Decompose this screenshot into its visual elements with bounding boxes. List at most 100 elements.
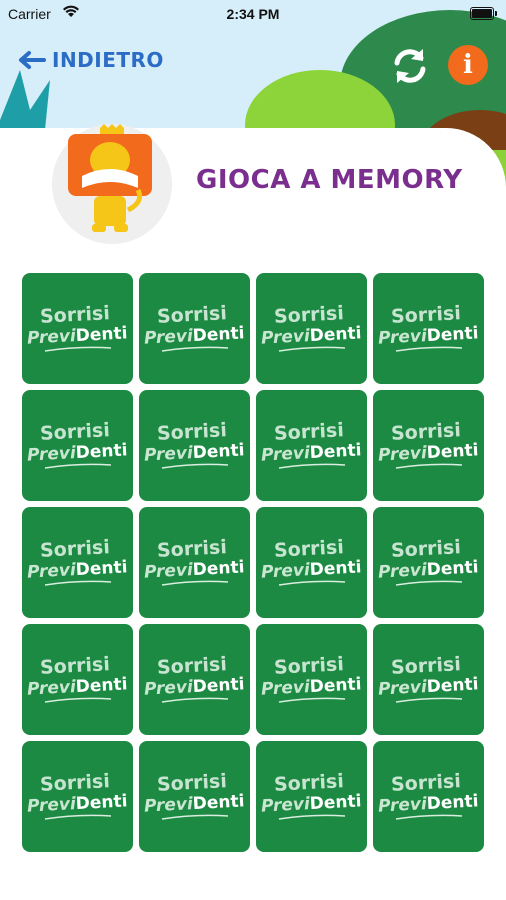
- logo-previdenti: PreviDenti: [144, 791, 245, 816]
- refresh-button[interactable]: [387, 43, 433, 89]
- logo-denti: Denti: [75, 674, 129, 698]
- back-label: INDIETRO: [52, 48, 164, 72]
- logo-sorrisi: Sorrisi: [390, 653, 461, 679]
- memory-card[interactable]: Sorrisi PreviDenti: [373, 741, 484, 852]
- logo-previ: Previ: [377, 443, 428, 466]
- logo-sorrisi: Sorrisi: [390, 302, 461, 328]
- logo-sorrisi: Sorrisi: [39, 770, 110, 796]
- logo-previ: Previ: [377, 794, 428, 817]
- logo-denti: Denti: [75, 323, 129, 347]
- memory-card[interactable]: Sorrisi PreviDenti: [22, 390, 133, 501]
- logo-previ: Previ: [26, 443, 77, 466]
- logo-previ: Previ: [260, 326, 311, 349]
- refresh-icon: [394, 49, 426, 83]
- logo-sorrisi: Sorrisi: [390, 536, 461, 562]
- memory-card[interactable]: Sorrisi PreviDenti: [139, 390, 250, 501]
- logo-previ: Previ: [26, 794, 77, 817]
- logo-denti: Denti: [75, 440, 129, 464]
- memory-card[interactable]: Sorrisi PreviDenti: [139, 624, 250, 735]
- logo-previdenti: PreviDenti: [144, 557, 245, 582]
- logo-sorrisi: Sorrisi: [390, 770, 461, 796]
- logo-sorrisi: Sorrisi: [156, 536, 227, 562]
- info-icon: i: [463, 50, 473, 80]
- logo-previdenti: PreviDenti: [27, 440, 128, 465]
- logo-previ: Previ: [143, 560, 194, 583]
- logo-previdenti: PreviDenti: [27, 791, 128, 816]
- logo-denti: Denti: [192, 440, 246, 464]
- memory-grid: Sorrisi PreviDenti Sorrisi PreviDenti Sorris…: [22, 273, 486, 852]
- logo-denti: Denti: [309, 674, 363, 698]
- logo-previdenti: PreviDenti: [144, 323, 245, 348]
- logo-denti: Denti: [309, 791, 363, 815]
- logo-previdenti: PreviDenti: [27, 323, 128, 348]
- logo-previdenti: PreviDenti: [261, 791, 362, 816]
- memory-card[interactable]: Sorrisi PreviDenti: [373, 273, 484, 384]
- logo-previdenti: PreviDenti: [27, 557, 128, 582]
- page-title: GIOCA A MEMORY: [196, 165, 463, 195]
- logo-sorrisi: Sorrisi: [39, 653, 110, 679]
- lion-avatar: [52, 124, 172, 244]
- logo-sorrisi: Sorrisi: [273, 302, 344, 328]
- logo-denti: Denti: [426, 440, 480, 464]
- logo-sorrisi: Sorrisi: [39, 536, 110, 562]
- logo-previ: Previ: [260, 677, 311, 700]
- logo-sorrisi: Sorrisi: [273, 536, 344, 562]
- logo-previdenti: PreviDenti: [378, 440, 479, 465]
- logo-previ: Previ: [26, 326, 77, 349]
- logo-previ: Previ: [143, 443, 194, 466]
- logo-denti: Denti: [309, 557, 363, 581]
- logo-previ: Previ: [143, 794, 194, 817]
- memory-card[interactable]: Sorrisi PreviDenti: [256, 507, 367, 618]
- memory-card[interactable]: Sorrisi PreviDenti: [256, 624, 367, 735]
- logo-denti: Denti: [192, 557, 246, 581]
- logo-sorrisi: Sorrisi: [156, 770, 227, 796]
- memory-card[interactable]: Sorrisi PreviDenti: [373, 624, 484, 735]
- logo-previ: Previ: [260, 443, 311, 466]
- logo-sorrisi: Sorrisi: [273, 770, 344, 796]
- memory-card[interactable]: Sorrisi PreviDenti: [256, 741, 367, 852]
- info-button[interactable]: i: [448, 45, 488, 85]
- arrow-left-icon: [19, 51, 46, 69]
- logo-previ: Previ: [26, 677, 77, 700]
- memory-card[interactable]: Sorrisi PreviDenti: [139, 507, 250, 618]
- logo-denti: Denti: [426, 557, 480, 581]
- logo-previdenti: PreviDenti: [378, 791, 479, 816]
- logo-previ: Previ: [377, 326, 428, 349]
- memory-card[interactable]: Sorrisi PreviDenti: [22, 624, 133, 735]
- clock: 2:34 PM: [226, 6, 280, 22]
- logo-sorrisi: Sorrisi: [273, 653, 344, 679]
- logo-previ: Previ: [26, 560, 77, 583]
- logo-denti: Denti: [192, 674, 246, 698]
- memory-card[interactable]: Sorrisi PreviDenti: [373, 390, 484, 501]
- lion-reading-icon: [68, 124, 152, 232]
- memory-card[interactable]: Sorrisi PreviDenti: [256, 273, 367, 384]
- logo-sorrisi: Sorrisi: [156, 302, 227, 328]
- logo-previdenti: PreviDenti: [378, 674, 479, 699]
- logo-previ: Previ: [377, 677, 428, 700]
- logo-previ: Previ: [260, 560, 311, 583]
- logo-denti: Denti: [309, 440, 363, 464]
- logo-denti: Denti: [426, 323, 480, 347]
- logo-sorrisi: Sorrisi: [390, 419, 461, 445]
- memory-card[interactable]: Sorrisi PreviDenti: [256, 390, 367, 501]
- logo-sorrisi: Sorrisi: [156, 419, 227, 445]
- memory-card[interactable]: Sorrisi PreviDenti: [373, 507, 484, 618]
- logo-previ: Previ: [143, 326, 194, 349]
- logo-previ: Previ: [143, 677, 194, 700]
- logo-previdenti: PreviDenti: [261, 440, 362, 465]
- logo-sorrisi: Sorrisi: [273, 419, 344, 445]
- memory-card[interactable]: Sorrisi PreviDenti: [139, 273, 250, 384]
- logo-previdenti: PreviDenti: [27, 674, 128, 699]
- logo-denti: Denti: [309, 323, 363, 347]
- memory-card[interactable]: Sorrisi PreviDenti: [22, 507, 133, 618]
- memory-card[interactable]: Sorrisi PreviDenti: [139, 741, 250, 852]
- battery-icon: [470, 7, 497, 20]
- memory-card[interactable]: Sorrisi PreviDenti: [22, 273, 133, 384]
- logo-denti: Denti: [75, 557, 129, 581]
- logo-previdenti: PreviDenti: [378, 323, 479, 348]
- back-button[interactable]: INDIETRO: [18, 48, 164, 72]
- logo-previdenti: PreviDenti: [378, 557, 479, 582]
- logo-denti: Denti: [192, 323, 246, 347]
- logo-previdenti: PreviDenti: [261, 323, 362, 348]
- memory-card[interactable]: Sorrisi PreviDenti: [22, 741, 133, 852]
